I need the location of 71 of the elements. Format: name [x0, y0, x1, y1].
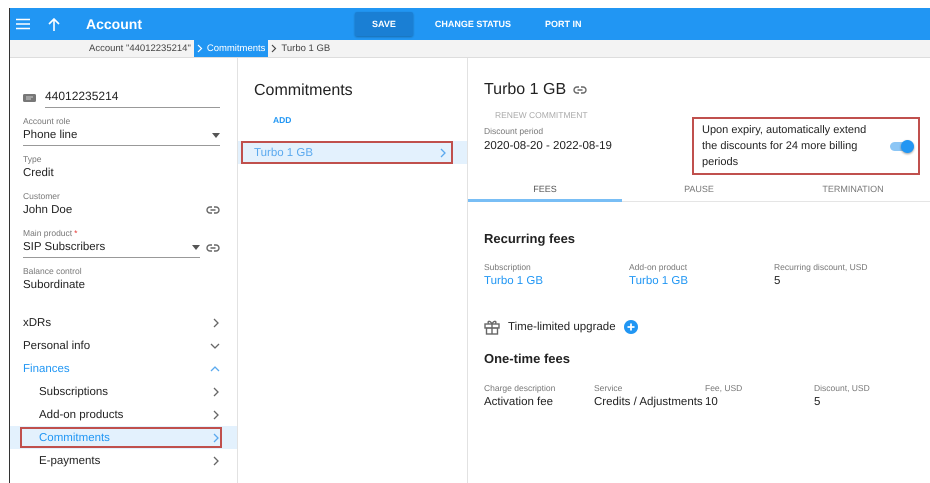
field-label: Balance control: [23, 266, 82, 276]
breadcrumb-link[interactable]: Account "44012235214": [86, 40, 194, 57]
chevron-right-icon[interactable]: [212, 410, 220, 420]
breadcrumb-link[interactable]: Commitments: [194, 40, 268, 57]
field-value: Subordinate: [23, 279, 86, 291]
field-label: Discount period: [484, 126, 544, 136]
gift-icon: [484, 319, 500, 335]
tab[interactable]: TERMINATION: [776, 179, 930, 202]
add-icon[interactable]: [624, 320, 638, 334]
field-value: 2020-08-20 - 2022-08-19: [484, 140, 612, 152]
table-cell-text: Credits / Adjustments: [594, 396, 704, 408]
link-icon[interactable]: [573, 86, 588, 94]
section-heading: Recurring fees: [484, 231, 576, 246]
tab[interactable]: FEES: [468, 179, 622, 202]
field-label: Customer: [23, 191, 60, 201]
table-cell-text: 5: [814, 396, 822, 408]
field-value: Credit: [23, 167, 55, 179]
nav-subitem[interactable]: Commitments: [10, 426, 237, 449]
toggle-label: Upon expiry, automatically extend the discounts for 24 more billing periods: [702, 123, 868, 170]
field-value: 5: [774, 275, 782, 287]
field-link[interactable]: Turbo 1 GB: [484, 275, 629, 287]
toggle-switch[interactable]: [890, 140, 914, 152]
section-title: Commitments: [254, 82, 354, 100]
column-header: Fee, USD: [705, 383, 744, 393]
chevron-right-icon[interactable]: [212, 318, 220, 328]
section-heading: One-time fees: [484, 351, 571, 366]
table-cell-text: 10: [705, 396, 719, 408]
field-label: Recurring discount, USD: [774, 262, 869, 272]
action-button[interactable]: CHANGE STATUS: [418, 12, 528, 36]
dropdown-field[interactable]: Phone line: [23, 126, 220, 146]
column-header: Charge description: [484, 383, 556, 393]
breadcrumb-link[interactable]: Turbo 1 GB: [268, 40, 334, 57]
up-arrow-icon[interactable]: [48, 18, 60, 30]
nav-subitem[interactable]: E-payments: [10, 449, 237, 472]
link-icon[interactable]: [206, 244, 220, 252]
field-label: Add-on product: [629, 262, 688, 272]
column-header: Discount, USD: [814, 383, 871, 393]
required-mark: *: [74, 228, 78, 238]
chevron-down-icon[interactable]: [210, 342, 220, 350]
column-header: Service: [594, 383, 624, 393]
id-card-icon: [23, 94, 36, 102]
dropdown-caret-icon[interactable]: [212, 132, 220, 138]
chevron-right-icon[interactable]: [212, 456, 220, 466]
upgrade-label: Time-limited upgrade: [508, 321, 616, 333]
nav-item[interactable]: Finances: [10, 357, 237, 380]
nav-item[interactable]: Personal info: [10, 334, 237, 357]
dropdown-field[interactable]: SIP Subscribers: [23, 238, 200, 258]
chevron-right-icon: [271, 44, 278, 53]
field-label: Type: [23, 154, 42, 164]
field-link[interactable]: Turbo 1 GB: [629, 275, 774, 287]
nav-subitem[interactable]: Add-on products: [10, 403, 237, 426]
field-label: Account role: [23, 116, 70, 126]
commitment-title: Turbo 1 GB: [484, 81, 566, 99]
field-label: Subscription: [484, 262, 532, 272]
renew-button: RENEW COMMITMENT: [495, 110, 588, 120]
chevron-right-icon[interactable]: [212, 386, 220, 396]
table-cell-text: Activation fee: [484, 396, 554, 408]
dropdown-caret-icon[interactable]: [192, 244, 200, 250]
chevron-right-icon: [196, 44, 203, 53]
link-icon[interactable]: [206, 206, 220, 214]
field-value: John Doe: [23, 204, 74, 216]
add-button[interactable]: ADD: [273, 115, 292, 125]
account-number-field[interactable]: 44012235214: [45, 87, 220, 108]
tab[interactable]: PAUSE: [622, 179, 776, 202]
menu-icon[interactable]: [16, 18, 30, 30]
nav-subitem[interactable]: Subscriptions: [10, 380, 237, 403]
action-button[interactable]: PORT IN: [529, 12, 598, 36]
field-label: Main product: [23, 228, 72, 238]
page-title: Account: [86, 16, 142, 32]
save-button[interactable]: SAVE: [355, 12, 413, 36]
nav-item[interactable]: xDRs: [10, 311, 237, 334]
